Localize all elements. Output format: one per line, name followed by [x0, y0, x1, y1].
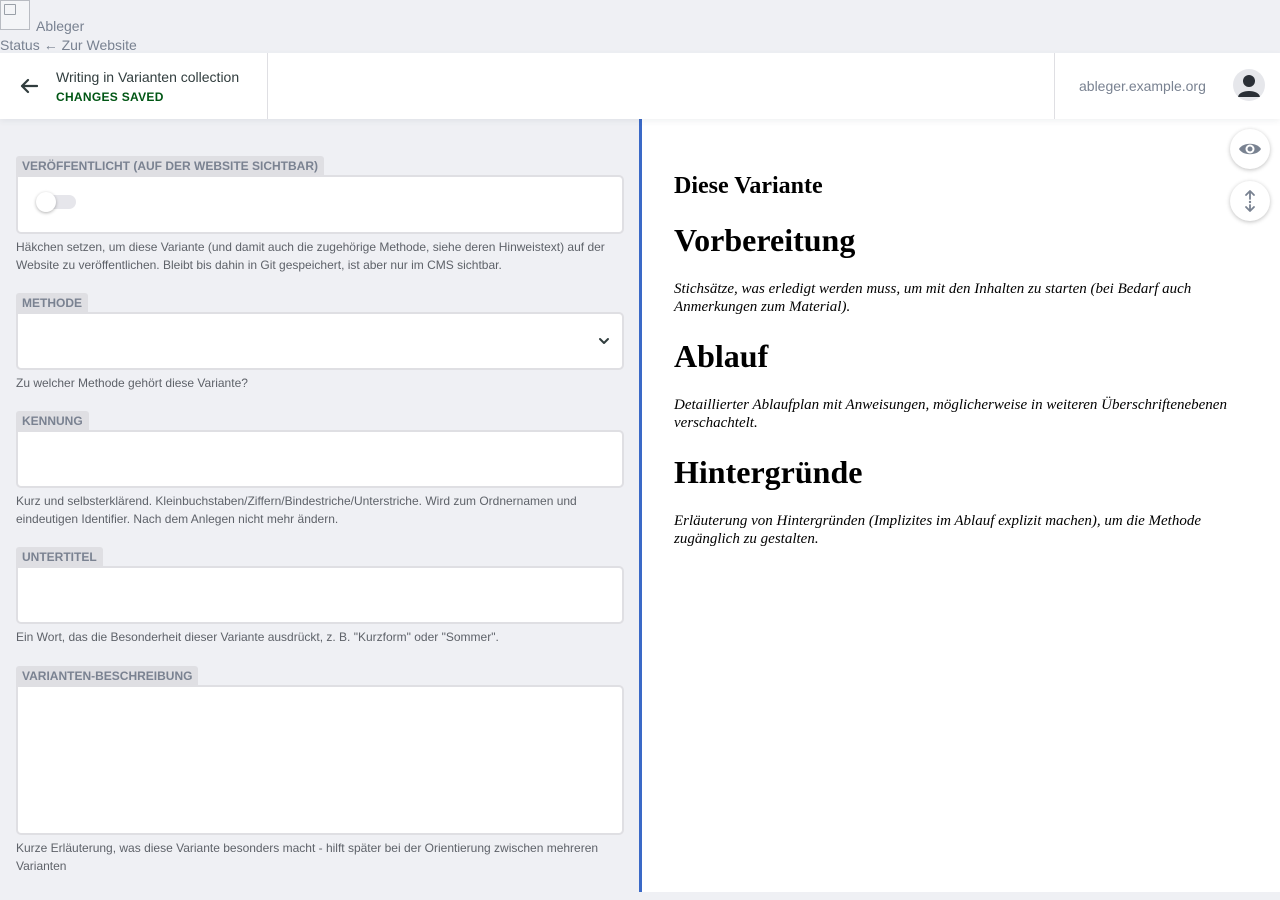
save-status: CHANGES SAVED	[56, 90, 164, 104]
published-toggle[interactable]	[36, 192, 76, 212]
sync-scroll-button[interactable]	[1230, 181, 1270, 221]
preview-panel: Diese Variante Vorbereitung Stichsätze, …	[642, 119, 1280, 892]
method-hint: Zu welcher Methode gehört diese Variante…	[16, 376, 248, 390]
field-identifier: Kennung Kurz und selbsterklärend. Kleinb…	[16, 411, 624, 528]
top-bar: Ableger Status ← Zur Website	[0, 0, 1280, 53]
brand-name: Ableger	[36, 18, 85, 34]
user-avatar-icon[interactable]	[1233, 69, 1265, 101]
status-row: Status ← Zur Website	[0, 37, 141, 53]
back-to-collection-button[interactable]: Writing in Varianten collection CHANGES …	[0, 53, 268, 119]
field-published: Veröffentlicht (auf der Website sichtbar…	[16, 156, 624, 274]
published-label: Veröffentlicht (auf der Website sichtbar…	[16, 156, 324, 175]
description-textarea[interactable]	[16, 685, 624, 835]
bottom-strip	[0, 892, 1280, 900]
back-to-website-link[interactable]: ← Zur Website	[44, 37, 137, 53]
subtitle-label: Untertitel	[16, 547, 103, 566]
avatar-glyph	[1238, 75, 1260, 97]
subtitle-input[interactable]	[16, 566, 624, 624]
preview-text-ablauf: Detaillierter Ablaufplan mit Anweisungen…	[674, 397, 1227, 431]
site-url-link[interactable]: ableger.example.org	[1079, 78, 1206, 94]
preview-title: Diese Variante	[674, 173, 823, 199]
description-hint: Kurze Erläuterung, was diese Variante be…	[16, 841, 599, 873]
field-subtitle: Untertitel Ein Wort, das die Besonderhei…	[16, 547, 624, 646]
eye-icon	[1239, 143, 1261, 155]
identifier-label: Kennung	[16, 411, 89, 430]
preview-heading-vorbereitung: Vorbereitung	[674, 222, 856, 258]
toggle-preview-button[interactable]	[1230, 129, 1270, 169]
preview-text-vorbereitung: Stichsätze, was erledigt werden muss, um…	[674, 281, 1192, 315]
preview-text-hintergruende: Erläuterung von Hintergründen (Implizite…	[674, 513, 1201, 547]
preview-heading-hintergruende: Hintergründe	[674, 454, 863, 490]
editor-panel: Veröffentlicht (auf der Website sichtbar…	[0, 119, 640, 892]
editor-toolbar: Writing in Varianten collection CHANGES …	[0, 53, 1280, 119]
chevron-down-icon	[599, 338, 609, 344]
subtitle-hint: Ein Wort, das die Besonderheit dieser Va…	[16, 630, 499, 644]
toggle-knob	[36, 192, 56, 212]
published-hint: Häkchen setzen, um diese Variante (und d…	[16, 240, 605, 272]
preview-heading-ablauf: Ablauf	[674, 338, 769, 374]
collection-title: Writing in Varianten collection	[56, 69, 240, 85]
logo-image	[0, 0, 30, 30]
method-label: Methode	[16, 293, 88, 312]
description-label: Varianten-Beschreibung	[16, 666, 199, 685]
identifier-hint: Kurz und selbsterklärend. Kleinbuchstabe…	[16, 494, 577, 526]
identifier-input[interactable]	[16, 430, 624, 488]
toolbar-right: ableger.example.org	[1054, 53, 1280, 119]
sync-scroll-icon	[1245, 190, 1255, 212]
published-control	[16, 175, 624, 234]
status-link[interactable]: Status	[0, 37, 40, 53]
field-method: Methode Zu welcher Methode gehört diese …	[16, 293, 624, 392]
field-description: Varianten-Beschreibung Kurze Erläuterung…	[16, 666, 624, 875]
arrow-left-icon	[20, 78, 38, 94]
method-select[interactable]	[16, 312, 624, 370]
